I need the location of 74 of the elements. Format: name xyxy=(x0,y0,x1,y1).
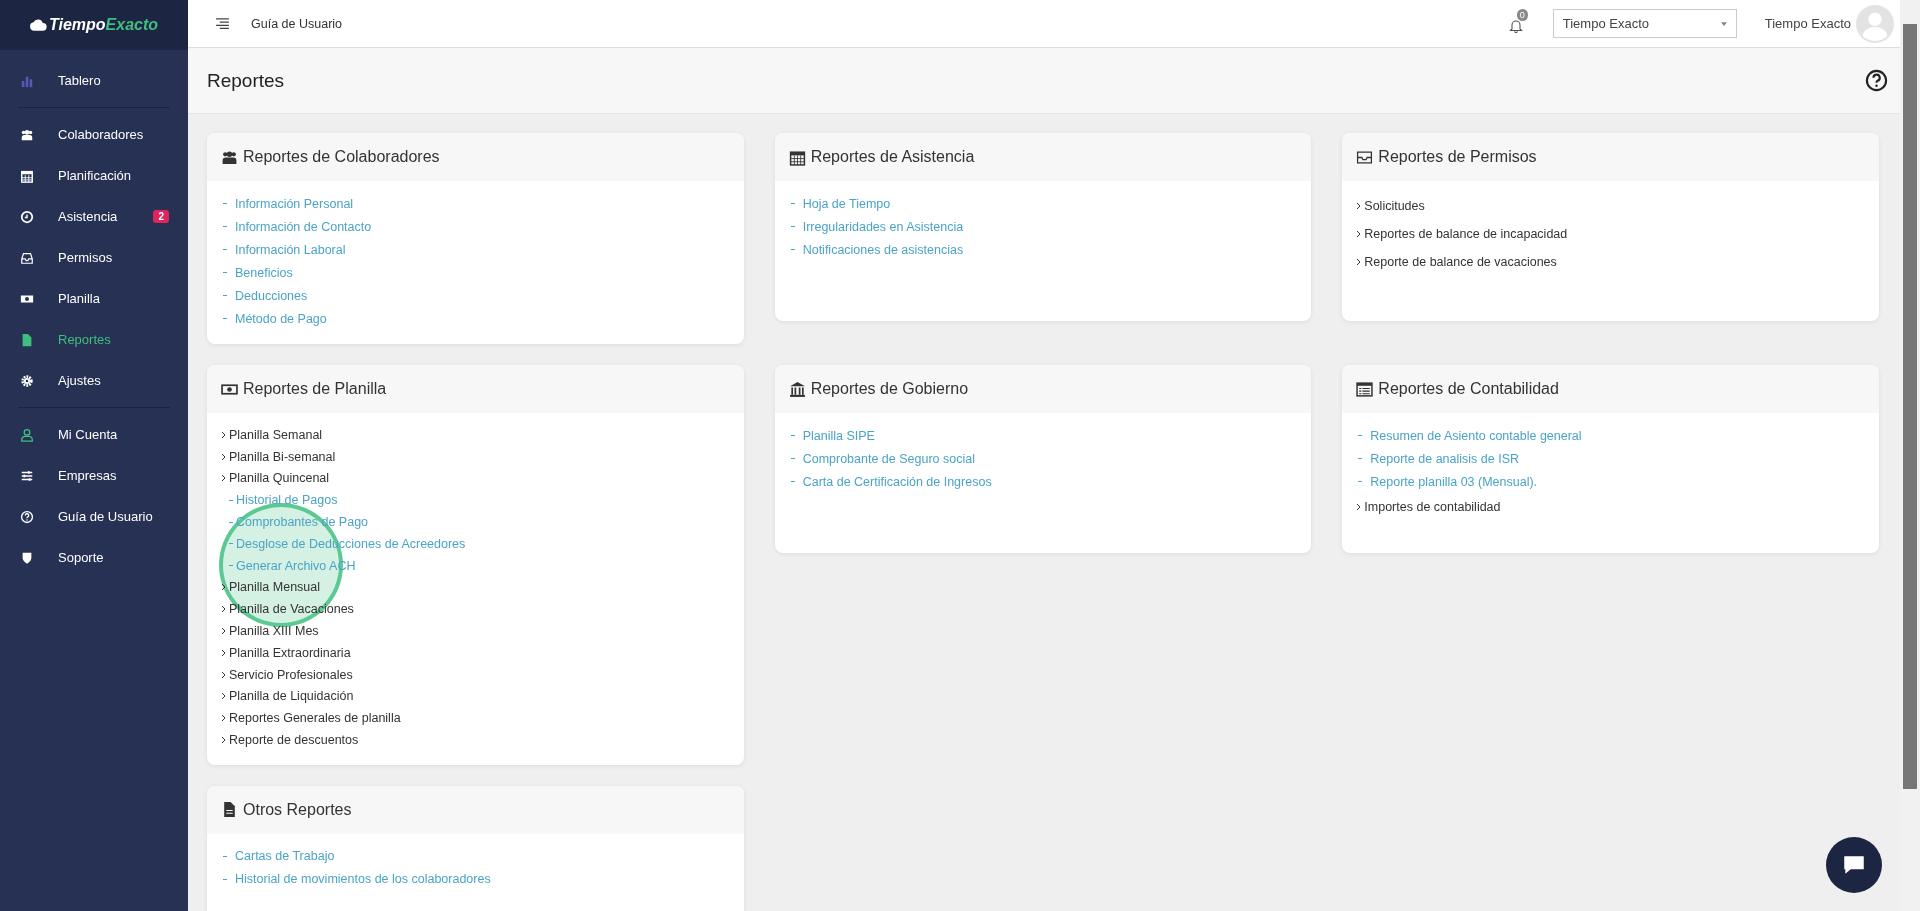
nav-item[interactable]: Asistencia 2 xyxy=(0,196,188,237)
report-group[interactable]: Reportes de balance de incapacidad xyxy=(1364,227,1568,241)
card-title: Reportes de Permisos xyxy=(1378,148,1537,166)
report-group[interactable]: Importes de contabilidad xyxy=(1364,500,1501,514)
user-name: Tiempo Exacto xyxy=(1764,16,1851,31)
chevron-icon xyxy=(1356,230,1362,238)
card-title: Reportes de Planilla xyxy=(243,380,387,398)
card-title: Reportes de Asistencia xyxy=(810,148,975,166)
card-title: Reportes de Colaboradores xyxy=(243,148,440,166)
report-group[interactable]: Planilla XIII Mes xyxy=(229,624,319,639)
guide-link[interactable]: Guía de Usuario xyxy=(251,16,343,31)
report-group[interactable]: Solicitudes xyxy=(1364,199,1425,213)
chevron-icon xyxy=(221,452,226,461)
chevron-icon xyxy=(221,605,226,614)
chevron-icon xyxy=(221,648,226,657)
caret-icon xyxy=(1720,21,1727,26)
bell-icon[interactable] xyxy=(1508,18,1523,33)
nav-item[interactable]: Permisos xyxy=(0,237,188,278)
report-group[interactable]: Servicio Profesionales xyxy=(229,667,353,682)
bank-icon xyxy=(788,380,806,398)
nav-item[interactable]: Reportes xyxy=(0,319,188,360)
nav-item[interactable]: Guía de Usuario xyxy=(0,496,188,537)
chevron-icon xyxy=(221,430,226,439)
nav-item[interactable]: Tablero xyxy=(0,60,188,101)
report-group[interactable]: Planilla Bi-semanal xyxy=(229,449,336,464)
chevron-icon xyxy=(221,736,226,745)
chevron-icon xyxy=(221,692,226,701)
card-title: Otros Reportes xyxy=(243,800,352,819)
chevron-icon xyxy=(221,714,226,723)
file-icon xyxy=(20,332,34,347)
shield-icon xyxy=(20,550,34,565)
chevron-icon xyxy=(221,474,226,483)
cloud-icon xyxy=(29,19,47,31)
notification-badge: 0 xyxy=(1516,8,1528,21)
report-group[interactable]: Reportes Generales de planilla xyxy=(229,711,401,726)
report-group[interactable]: Reporte de balance de vacaciones xyxy=(1364,255,1557,269)
users-icon xyxy=(20,127,34,142)
nav-item[interactable]: Empresas xyxy=(0,455,188,496)
calendar-icon xyxy=(788,148,806,166)
card-title: Reportes de Contabilidad xyxy=(1378,380,1559,398)
person-icon xyxy=(20,427,34,442)
count-badge: 2 xyxy=(153,210,169,223)
chevron-icon xyxy=(1356,503,1362,511)
chat-button[interactable] xyxy=(1826,837,1882,893)
question-icon xyxy=(20,509,34,524)
nav-item[interactable]: Colaboradores xyxy=(0,114,188,155)
file-icon xyxy=(221,801,238,819)
chevron-icon xyxy=(1356,202,1362,210)
list-icon xyxy=(1356,380,1374,398)
nav-item[interactable]: Planificación xyxy=(0,155,188,196)
clock-icon xyxy=(20,209,34,224)
report-group[interactable]: Reporte de descuentos xyxy=(229,733,359,748)
card-title: Reportes de Gobierno xyxy=(810,380,969,398)
nav-item[interactable]: Mi Cuenta xyxy=(0,414,188,455)
company-select[interactable]: Tiempo Exacto xyxy=(1552,9,1737,38)
chevron-icon xyxy=(221,583,226,592)
nav-item[interactable]: Planilla xyxy=(0,278,188,319)
inbox-icon xyxy=(20,250,34,265)
chevron-icon xyxy=(221,627,226,636)
chevron-icon xyxy=(1356,258,1362,266)
gear-icon xyxy=(20,373,34,388)
nav-item[interactable]: Ajustes xyxy=(0,360,188,401)
calendar-icon xyxy=(20,168,34,183)
help-icon[interactable] xyxy=(1865,69,1888,92)
menu-icon[interactable] xyxy=(216,18,229,29)
report-group[interactable]: Planilla de Liquidación xyxy=(229,689,354,704)
report-group[interactable]: Planilla Quincenal xyxy=(229,471,330,486)
chevron-icon xyxy=(221,670,226,679)
report-group[interactable]: Planilla Semanal xyxy=(229,427,323,442)
sliders-icon xyxy=(20,468,34,483)
nav-item[interactable]: Soporte xyxy=(0,537,188,578)
report-group[interactable]: Planilla Extraordinaria xyxy=(229,645,351,660)
report-group[interactable]: Planilla Mensual xyxy=(229,580,321,595)
page-title: Reportes xyxy=(207,69,285,92)
